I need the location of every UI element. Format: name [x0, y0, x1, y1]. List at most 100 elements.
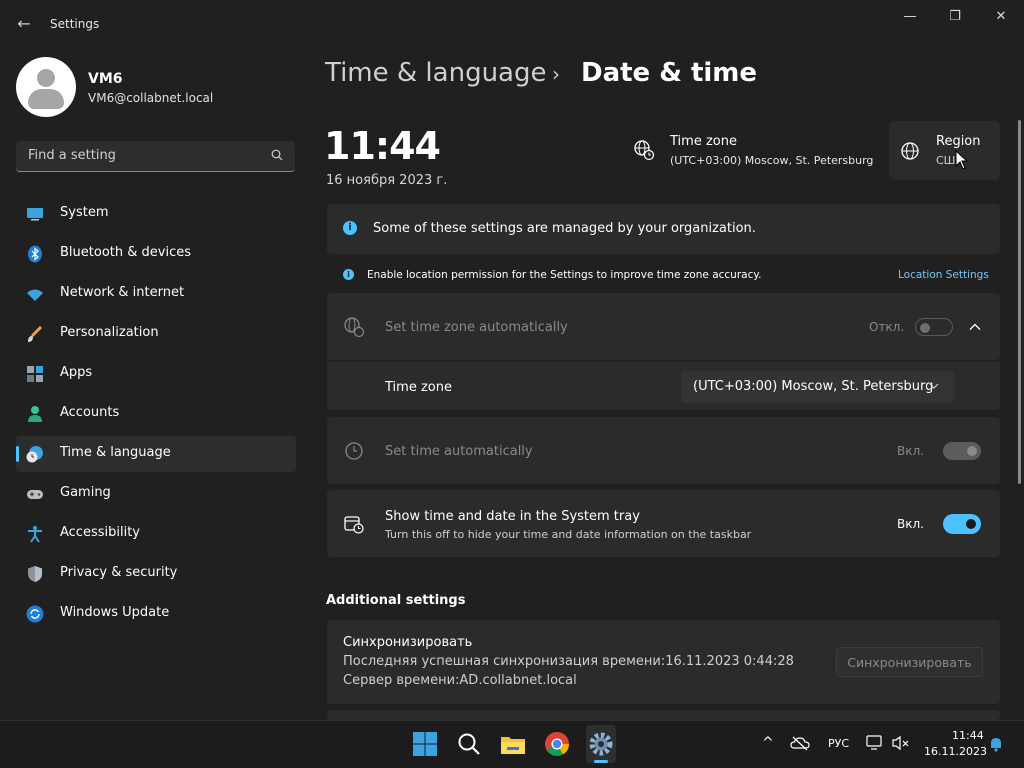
auto-timezone-state: Откл.	[869, 320, 905, 334]
brush-icon	[28, 325, 43, 342]
globe-icon	[901, 142, 919, 160]
clock-globe-icon	[26, 446, 43, 463]
active-indicator	[16, 446, 19, 462]
sidebar-item-time-language[interactable]: Time & language	[16, 436, 296, 472]
settings-gear-icon[interactable]	[586, 729, 616, 759]
sidebar-item-label: Privacy & security	[60, 565, 178, 580]
title-bar	[0, 0, 1024, 48]
tray-description: Turn this off to hide your time and date…	[385, 528, 752, 541]
app-title: Settings	[50, 17, 100, 31]
current-time: 11:44	[324, 124, 441, 168]
taskbar-date[interactable]: 16.11.2023	[924, 745, 987, 758]
file-explorer-icon[interactable]	[498, 729, 528, 759]
accessibility-icon	[28, 526, 42, 543]
chevron-up-icon[interactable]	[969, 321, 981, 333]
sidebar-item-label: Gaming	[60, 485, 111, 500]
bluetooth-icon	[28, 245, 42, 263]
sidebar-item-system[interactable]: System	[16, 196, 296, 232]
language-indicator[interactable]: РУС	[828, 737, 849, 750]
sidebar-item-label: Accounts	[60, 405, 120, 420]
auto-timezone-toggle[interactable]	[915, 318, 953, 336]
time-server-text: Сервер времени:AD.collabnet.local	[343, 673, 577, 688]
tray-toggle[interactable]	[943, 514, 981, 534]
tray-label: Show time and date in the System tray	[385, 509, 640, 524]
minimize-button[interactable]: —	[887, 6, 933, 28]
show-hidden-icons-button[interactable]: ^	[762, 735, 774, 751]
location-notice-text: Enable location permission for the Setti…	[367, 269, 762, 281]
sidebar-item-label: Bluetooth & devices	[60, 245, 191, 260]
breadcrumb-parent[interactable]: Time & language	[325, 58, 546, 88]
mouse-cursor-icon	[955, 150, 969, 170]
sidebar-item-label: Personalization	[60, 325, 159, 340]
tray-state: Вкл.	[897, 517, 924, 531]
timezone-title: Time zone	[670, 134, 737, 149]
volume-muted-icon[interactable]	[892, 735, 910, 751]
timezone-auto-icon	[344, 317, 365, 338]
user-name: VM6	[88, 71, 123, 87]
timezone-dropdown-value: (UTC+03:00) Moscow, St. Petersburg	[693, 379, 934, 394]
managed-notice-text: Some of these settings are managed by yo…	[373, 221, 756, 236]
breadcrumb-separator: ›	[552, 62, 560, 86]
gamepad-icon	[27, 490, 43, 499]
active-app-indicator	[594, 760, 608, 763]
next-card	[327, 710, 1000, 720]
auto-time-label: Set time automatically	[385, 444, 533, 459]
close-button[interactable]: ✕	[978, 6, 1024, 28]
sidebar-item-apps[interactable]: Apps	[16, 356, 296, 392]
sidebar-item-label: System	[60, 205, 109, 220]
onedrive-offline-icon[interactable]	[790, 735, 810, 751]
chrome-icon[interactable]	[542, 729, 572, 759]
sidebar-item-personalization[interactable]: Personalization	[16, 316, 296, 352]
region-title: Region	[936, 134, 981, 149]
sidebar-item-privacy[interactable]: Privacy & security	[16, 556, 296, 592]
sidebar-item-label: Apps	[60, 365, 93, 380]
avatar[interactable]	[16, 57, 76, 117]
auto-time-state: Вкл.	[897, 444, 924, 458]
sidebar-item-gaming[interactable]: Gaming	[16, 476, 296, 512]
auto-timezone-label: Set time zone automatically	[385, 320, 568, 335]
timezone-icon	[634, 140, 655, 161]
person-icon	[28, 406, 42, 422]
sidebar-item-windows-update[interactable]: Windows Update	[16, 596, 296, 632]
wifi-icon	[27, 289, 43, 301]
last-sync-text: Последняя успешная синхронизация времени…	[343, 654, 794, 669]
monitor-icon	[27, 208, 43, 221]
user-email: VM6@collabnet.local	[88, 91, 214, 105]
start-icon[interactable]	[410, 729, 440, 759]
sidebar-item-label: Windows Update	[60, 605, 170, 620]
apps-icon	[27, 366, 43, 382]
sync-title: Синхронизировать	[343, 635, 473, 650]
current-date: 16 ноября 2023 г.	[326, 173, 448, 188]
sidebar-item-network[interactable]: Network & internet	[16, 276, 296, 312]
toggle-knob	[966, 519, 976, 529]
chevron-down-icon	[929, 383, 939, 389]
notification-bell-icon[interactable]	[988, 736, 1004, 752]
info-icon: i	[343, 221, 357, 235]
timezone-row-label: Time zone	[385, 380, 452, 395]
maximize-button[interactable]: ❐	[932, 6, 978, 28]
additional-settings-title: Additional settings	[326, 593, 466, 608]
sidebar-item-label: Time & language	[60, 445, 171, 460]
page-title: Date & time	[581, 58, 758, 88]
toggle-knob	[920, 323, 930, 333]
search-icon[interactable]	[454, 729, 484, 759]
scrollbar[interactable]	[1018, 120, 1021, 484]
sidebar-item-accessibility[interactable]: Accessibility	[16, 516, 296, 552]
clock-icon	[345, 442, 363, 460]
taskbar-time[interactable]: 11:44	[952, 729, 984, 742]
location-settings-link[interactable]: Location Settings	[898, 269, 989, 281]
back-button[interactable]: ←	[14, 14, 34, 34]
sidebar-item-accounts[interactable]: Accounts	[16, 396, 296, 432]
network-icon[interactable]	[866, 735, 884, 751]
timezone-value: (UTC+03:00) Moscow, St. Petersburg	[670, 154, 874, 167]
update-icon	[26, 605, 44, 623]
search-box[interactable]	[16, 141, 295, 172]
avatar-body	[28, 89, 64, 109]
auto-time-toggle[interactable]	[943, 442, 981, 460]
search-input[interactable]	[26, 147, 260, 164]
timezone-dropdown[interactable]: (UTC+03:00) Moscow, St. Petersburg	[681, 371, 954, 403]
search-icon[interactable]	[271, 149, 283, 161]
sync-button[interactable]: Синхронизировать	[836, 647, 983, 677]
sidebar-item-bluetooth[interactable]: Bluetooth & devices	[16, 236, 296, 272]
shield-icon	[28, 566, 42, 582]
